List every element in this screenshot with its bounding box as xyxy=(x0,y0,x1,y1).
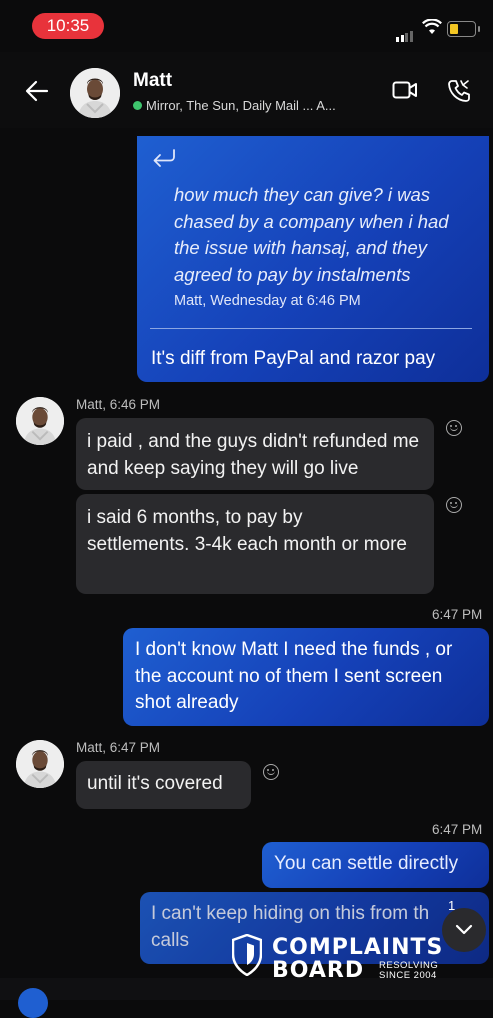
signal-icon xyxy=(396,24,414,42)
chevron-down-icon xyxy=(455,924,473,935)
message-timestamp: 6:47 PM xyxy=(432,607,483,622)
outgoing-message[interactable]: You can settle directly xyxy=(262,842,489,888)
shield-logo-icon xyxy=(232,934,262,976)
watermark: COMPLAINTS BOARD RESOLVING SINCE 2004 xyxy=(232,934,447,983)
sender-meta: Matt, 6:47 PM xyxy=(76,740,161,755)
reply-icon xyxy=(153,149,175,167)
back-arrow-icon[interactable] xyxy=(24,78,50,104)
outgoing-message-text: I don't know Matt I need the funds , or … xyxy=(135,639,453,713)
contact-subtitle[interactable]: Mirror, The Sun, Daily Mail ... A... xyxy=(133,98,336,113)
quoted-message-meta: Matt, Wednesday at 6:46 PM xyxy=(174,293,361,309)
chat-header: Matt Mirror, The Sun, Daily Mail ... A..… xyxy=(0,52,493,128)
scroll-down-button[interactable] xyxy=(442,908,486,952)
avatar[interactable] xyxy=(70,68,120,118)
outgoing-message-text: You can settle directly xyxy=(274,853,459,874)
composer-bar[interactable] xyxy=(0,978,493,1018)
emoji-reaction-icon[interactable] xyxy=(446,497,462,513)
status-bar: 10:35 xyxy=(0,0,493,52)
outgoing-message-text: It's diff from PayPal and razor pay xyxy=(151,348,436,369)
incoming-message[interactable]: i said 6 months, to pay by settlements. … xyxy=(76,494,434,594)
incoming-message-text: i said 6 months, to pay by settlements. … xyxy=(87,507,407,555)
incoming-message-text: i paid , and the guys didn't refunded me… xyxy=(87,431,420,479)
incoming-message[interactable]: until it's covered xyxy=(76,761,251,809)
status-time: 10:35 xyxy=(32,13,104,39)
composer-button[interactable] xyxy=(18,988,48,1018)
incoming-message[interactable]: i paid , and the guys didn't refunded me… xyxy=(76,418,434,490)
watermark-line1: COMPLAINTS xyxy=(272,935,444,960)
avatar[interactable] xyxy=(16,740,64,788)
quote-divider xyxy=(150,328,472,329)
phone-call-icon[interactable] xyxy=(446,78,472,104)
wifi-icon xyxy=(422,19,442,34)
video-call-icon[interactable] xyxy=(392,80,418,100)
incoming-message-text: until it's covered xyxy=(87,773,223,794)
contact-name[interactable]: Matt xyxy=(133,70,172,92)
emoji-reaction-icon[interactable] xyxy=(446,420,462,436)
online-status-dot xyxy=(133,101,142,111)
contact-subtitle-text: Mirror, The Sun, Daily Mail ... A... xyxy=(146,98,336,113)
avatar[interactable] xyxy=(16,397,64,445)
sender-meta: Matt, 6:46 PM xyxy=(76,397,161,412)
emoji-reaction-icon[interactable] xyxy=(263,764,279,780)
message-timestamp: 6:47 PM xyxy=(432,822,483,837)
outgoing-message[interactable]: I don't know Matt I need the funds , or … xyxy=(123,628,489,726)
battery-icon xyxy=(447,21,480,37)
quoted-message-text: how much they can give? i was chased by … xyxy=(174,184,449,285)
